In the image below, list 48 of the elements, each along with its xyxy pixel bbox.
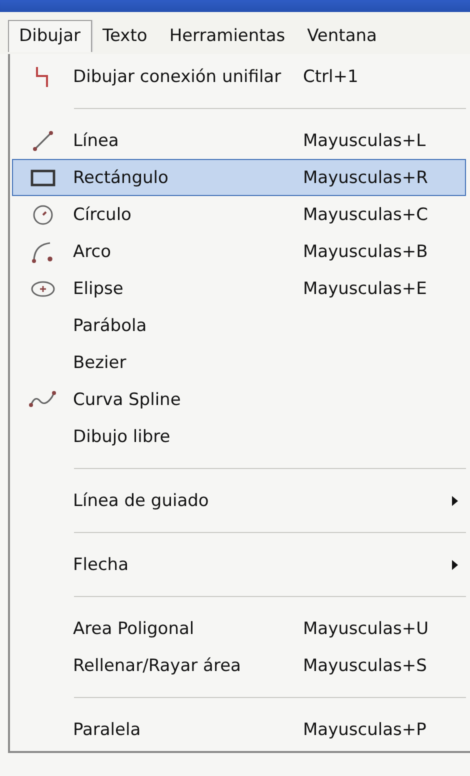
submenu-arrow-icon (451, 558, 459, 570)
menu-item[interactable]: Círculo Mayusculas+C (12, 196, 466, 233)
ellipse-icon (30, 280, 56, 298)
menu-item[interactable]: Dibujo libre (12, 418, 466, 455)
shortcut-text: Ctrl+1 (303, 66, 360, 86)
menu-item-label: Círculo (73, 204, 132, 224)
menu-item[interactable]: Rellenar/Rayar área Mayusculas+S (12, 647, 466, 684)
menu-item-label: Flecha (73, 554, 130, 574)
shortcut-text: Mayusculas+C (303, 204, 430, 224)
menu-item-label: Paralela (73, 720, 142, 740)
menu-item-label: Línea (73, 130, 120, 150)
menu-item[interactable]: Dibujar conexión unifilar Ctrl+1 (12, 58, 466, 95)
menu-item-label: Area Poligonal (73, 618, 196, 638)
circle-icon (31, 202, 55, 226)
menu-item-label: Línea de guiado (73, 490, 210, 510)
shortcut-text: Mayusculas+U (303, 618, 430, 638)
menu-item[interactable]: Parábola (12, 307, 466, 344)
menu-item-label: Curva Spline (73, 390, 182, 410)
menu-item-label: Dibujo libre (73, 426, 172, 446)
menu-item[interactable]: Rectángulo Mayusculas+R (12, 159, 466, 196)
menu-item[interactable]: Arco Mayusculas+B (12, 233, 466, 270)
menu-item[interactable]: Paralela Mayusculas+P (12, 711, 466, 748)
menu-item-label: Rectángulo (73, 168, 170, 188)
menu-item[interactable]: Area Poligonal Mayusculas+U (12, 610, 466, 647)
menu-item-label: Rellenar/Rayar área (73, 656, 242, 676)
shortcut-text: Mayusculas+P (303, 720, 428, 740)
shortcut-text: Mayusculas+S (303, 656, 428, 676)
menu-item[interactable]: Flecha (12, 546, 466, 583)
shortcut-text: Mayusculas+L (303, 130, 427, 150)
menu-tab[interactable]: Ventana (296, 20, 388, 52)
shortcut-text: Mayusculas+R (303, 168, 429, 188)
menu-tab[interactable]: Herramientas (158, 20, 296, 52)
menu-tab[interactable]: Dibujar (8, 20, 92, 52)
menu-item-label: Parábola (73, 316, 148, 336)
menu-item-label: Arco (73, 242, 112, 262)
menu-item-label: Elipse (73, 278, 124, 298)
shortcut-text: Mayusculas+B (303, 242, 429, 262)
menu-tab[interactable]: Texto (92, 20, 158, 52)
menu-item[interactable]: Línea Mayusculas+L (12, 122, 466, 159)
shortcut-text: Mayusculas+E (303, 278, 428, 298)
menu-item-label: Bezier (73, 352, 128, 372)
menu-item[interactable]: Curva Spline (12, 381, 466, 418)
menu-item[interactable]: Elipse Mayusculas+E (12, 270, 466, 307)
menu-item[interactable]: Bezier (12, 344, 466, 381)
menu-item-label: Dibujar conexión unifilar (73, 66, 282, 86)
line-icon (31, 128, 55, 152)
menu-item[interactable]: Línea de guiado (12, 482, 466, 519)
submenu-arrow-icon (451, 494, 459, 506)
